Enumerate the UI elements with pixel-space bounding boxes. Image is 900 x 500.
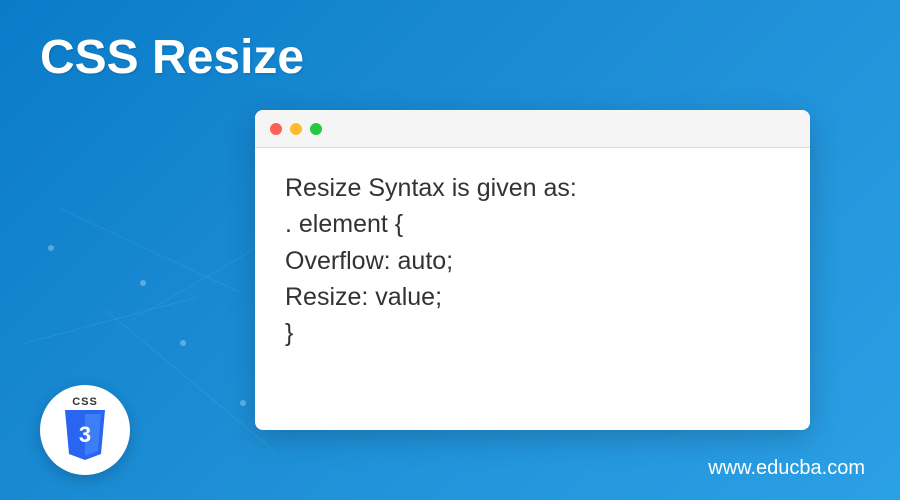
- css3-logo-badge: CSS 3: [40, 385, 130, 475]
- code-line: Overflow: auto;: [285, 243, 780, 279]
- css3-shield-icon: CSS 3: [61, 396, 109, 464]
- code-line: Resize Syntax is given as:: [285, 170, 780, 206]
- close-icon: [270, 123, 282, 135]
- maximize-icon: [310, 123, 322, 135]
- code-line: . element {: [285, 206, 780, 242]
- website-url: www.educba.com: [708, 457, 865, 480]
- window-header: [255, 110, 810, 148]
- code-window: Resize Syntax is given as: . element { O…: [255, 110, 810, 430]
- code-content: Resize Syntax is given as: . element { O…: [255, 148, 810, 373]
- svg-text:3: 3: [79, 422, 91, 447]
- css3-label: CSS: [72, 396, 98, 408]
- minimize-icon: [290, 123, 302, 135]
- code-line: Resize: value;: [285, 279, 780, 315]
- shield-icon: 3: [61, 410, 109, 464]
- page-title: CSS Resize: [40, 30, 304, 85]
- code-line: }: [285, 315, 780, 351]
